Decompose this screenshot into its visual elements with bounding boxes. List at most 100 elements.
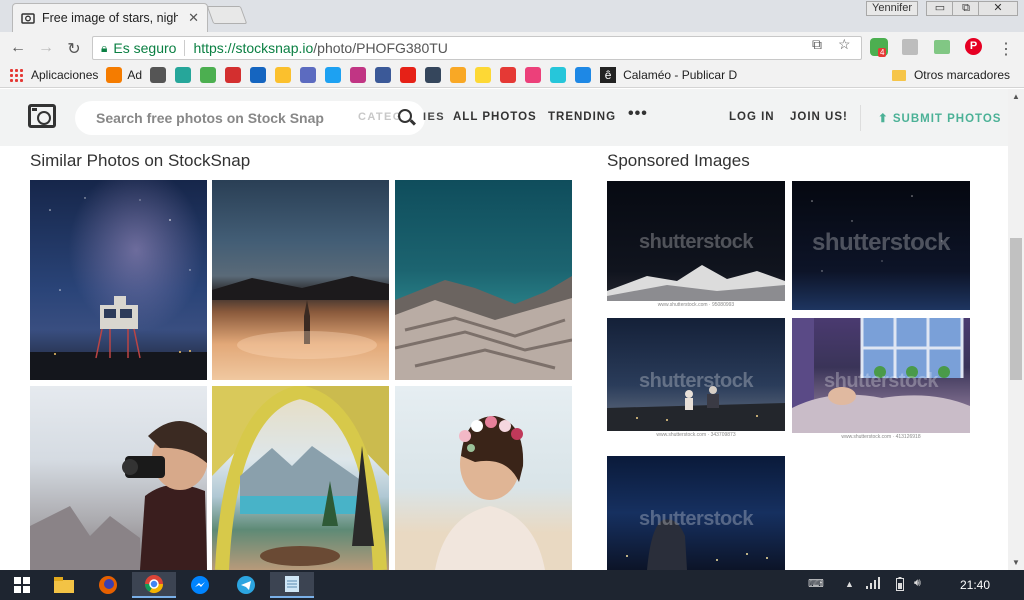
browser-tab[interactable]: Free image of stars, nigh ✕ (12, 3, 208, 32)
stocksnap-logo-icon[interactable] (28, 104, 56, 128)
back-icon[interactable]: ← (8, 39, 28, 57)
nav-trending[interactable]: TRENDING (548, 111, 616, 123)
bookmark-6-icon[interactable] (275, 67, 292, 83)
bookmark-label: Calaméo - Publicar D (623, 68, 738, 82)
bookmark-5-icon[interactable] (250, 67, 267, 83)
bookmark-16-icon[interactable] (525, 67, 542, 83)
firefox-icon[interactable] (86, 572, 130, 598)
bookmark-calameo[interactable]: ê Calaméo - Publicar D (600, 67, 737, 83)
folder-icon (891, 69, 906, 81)
forward-icon[interactable]: → (36, 39, 56, 57)
sponsored-image-couple-at-night[interactable]: shutterstock www.shutterstock.com · 3437… (607, 318, 785, 440)
bookmark-15-icon[interactable] (500, 67, 517, 83)
battery-icon[interactable] (896, 577, 904, 594)
sponsored-image-sleeping-woman[interactable]: shutterstock www.shutterstock.com · 4131… (792, 318, 970, 442)
calameo-icon: ê (600, 67, 617, 83)
apps-grid-icon (9, 68, 23, 82)
photo-girl-with-flower-crown[interactable] (395, 386, 572, 570)
watermark: shutterstock (638, 508, 754, 530)
address-bar[interactable]: 🔒︎ Es seguro https:// stocksnap.io /phot… (92, 36, 862, 60)
bookmark-17-icon[interactable] (550, 67, 567, 83)
file-explorer-icon[interactable] (42, 572, 86, 598)
new-tab-button[interactable] (206, 6, 248, 24)
windows-icon[interactable] (200, 67, 217, 83)
photo-milky-way-lifeguard-tower[interactable] (30, 180, 207, 380)
sponsored-image-starry-sky[interactable]: shutterstock (792, 181, 970, 310)
close-window-button[interactable]: ✕ (978, 1, 1018, 16)
windows-start-icon[interactable] (0, 572, 44, 598)
nav-login[interactable]: LOG IN (729, 111, 775, 123)
tumblr-icon[interactable] (425, 67, 442, 83)
tray-expand-icon[interactable]: ▲ (845, 579, 854, 589)
scroll-down-icon[interactable]: ▼ (1008, 558, 1024, 567)
watermark: shutterstock (811, 229, 951, 256)
url-host: stocksnap.io (235, 40, 314, 56)
lock-icon: 🔒︎ (101, 40, 108, 55)
image-caption: www.shutterstock.com · 413126918 (792, 433, 970, 442)
taskbar-clock[interactable]: 21:40 (960, 578, 990, 592)
address-toolbar: ← → ↻ 🔒︎ Es seguro https:// stocksnap.io… (0, 32, 1024, 63)
sponsored-image-girl-with-moon[interactable]: shutterstock (607, 456, 785, 570)
messenger-icon[interactable] (178, 572, 222, 598)
header-divider (860, 105, 861, 131)
submit-photos-button[interactable]: ⬆︎ SUBMIT PHOTOS (878, 111, 1001, 125)
volume-icon[interactable]: 🔊︎ (914, 577, 921, 590)
translate-icon[interactable]: ⧉ (812, 36, 822, 53)
categories-link-faded[interactable]: CATEG (358, 111, 403, 123)
other-bookmarks[interactable]: Otros marcadores (891, 68, 1010, 82)
extension-icon[interactable]: 4 (870, 38, 888, 57)
pdf-extension-icon[interactable] (902, 39, 918, 55)
reload-icon[interactable]: ↻ (64, 39, 84, 59)
bookmark-7-icon[interactable] (300, 67, 317, 83)
camera-icon (21, 11, 35, 25)
pinterest-icon[interactable]: P (965, 38, 982, 55)
photo-church-in-fog[interactable] (212, 180, 389, 380)
bookmark-apps[interactable]: Aplicaciones (9, 68, 98, 82)
twitter-icon[interactable] (325, 67, 342, 83)
close-tab-icon[interactable]: ✕ (188, 10, 199, 26)
search-icon[interactable] (398, 109, 412, 123)
bookmark-2-icon[interactable] (175, 67, 192, 83)
bookmark-star-icon[interactable]: ☆ (838, 36, 851, 53)
maximize-button[interactable]: ⧉ (952, 1, 980, 16)
nav-all-photos[interactable]: ALL PHOTOS (453, 111, 537, 123)
bookmark-13-icon[interactable] (450, 67, 467, 83)
gmail-icon[interactable] (225, 67, 242, 83)
extension-badge: 4 (878, 48, 887, 57)
image-caption: www.shutterstock.com · 343709873 (607, 431, 785, 440)
sponsored-image-mountain-stars[interactable]: shutterstock www.shutterstock.com · 9508… (607, 181, 785, 310)
search-placeholder: Search free photos on Stock Snap (96, 110, 324, 126)
keyboard-icon[interactable]: ⌨︎ (808, 577, 824, 590)
omnibox-separator (184, 40, 186, 56)
scrollbar-thumb[interactable] (1010, 238, 1022, 380)
issuu-icon[interactable] (575, 67, 592, 83)
watermark: shutterstock (823, 370, 939, 392)
instagram-icon[interactable] (350, 67, 367, 83)
scroll-up-icon[interactable]: ▲ (1008, 92, 1024, 101)
url-prefix: https:// (193, 40, 236, 56)
more-menu-icon[interactable]: ••• (628, 105, 648, 123)
profile-button[interactable]: Yennifer (866, 1, 918, 16)
photo-tent-view-lake[interactable] (212, 386, 389, 570)
facebook-icon[interactable] (375, 67, 392, 83)
youtube-icon[interactable] (400, 67, 417, 83)
chrome-taskbar-icon[interactable] (132, 572, 176, 598)
bookmark-14-icon[interactable] (475, 67, 492, 83)
notepad-icon[interactable] (270, 572, 314, 598)
bookmark-ad[interactable]: Ad (106, 67, 142, 83)
categories-link[interactable]: IES (423, 111, 445, 123)
network-icon[interactable] (866, 577, 880, 592)
secure-label: Es seguro (113, 40, 177, 56)
photo-rocky-landscape-night[interactable] (395, 180, 572, 380)
bookmark-1-icon[interactable] (150, 67, 167, 83)
site-header: Search free photos on Stock Snap CATEG I… (0, 89, 1008, 146)
photo-photographer-with-camera[interactable] (30, 386, 207, 570)
image-caption: www.shutterstock.com · 95080993 (607, 301, 785, 310)
telegram-icon[interactable] (224, 572, 268, 598)
blogger-icon (106, 67, 123, 83)
minimize-button[interactable]: ▭ (926, 1, 954, 16)
nav-join[interactable]: JOIN US! (790, 111, 848, 123)
image-extension-icon[interactable] (934, 40, 950, 54)
menu-icon[interactable]: ⋮ (996, 39, 1016, 59)
bookmarks-bar: Aplicaciones Ad ê Calaméo - Publicar D O… (0, 63, 1024, 88)
